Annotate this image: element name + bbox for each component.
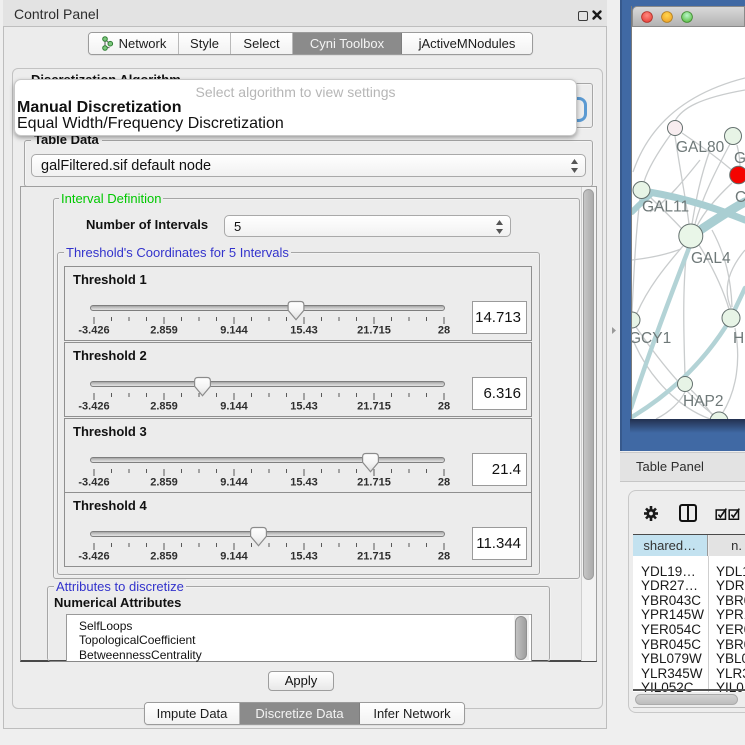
svg-text:-3.426: -3.426 [78, 401, 109, 413]
svg-text:28: 28 [438, 401, 450, 413]
svg-text:15.43: 15.43 [290, 401, 318, 413]
svg-text:21.715: 21.715 [357, 476, 391, 488]
svg-text:GAL4: GAL4 [691, 250, 731, 267]
svg-text:H: H [733, 330, 744, 347]
svg-text:15.43: 15.43 [290, 476, 318, 488]
svg-text:2.859: 2.859 [150, 401, 178, 413]
svg-text:9.144: 9.144 [220, 550, 248, 562]
svg-text:2.859: 2.859 [150, 550, 178, 562]
svg-text:HAP2: HAP2 [683, 393, 724, 410]
svg-text:-3.426: -3.426 [78, 476, 109, 488]
svg-text:-3.426: -3.426 [78, 325, 109, 337]
svg-text:28: 28 [438, 550, 450, 562]
svg-text:-3.426: -3.426 [78, 550, 109, 562]
svg-text:2.859: 2.859 [150, 325, 178, 337]
svg-text:GAL80: GAL80 [676, 139, 725, 156]
svg-text:9.144: 9.144 [220, 401, 248, 413]
svg-text:28: 28 [438, 325, 450, 337]
svg-text:GCY1: GCY1 [632, 330, 671, 347]
svg-text:9.144: 9.144 [220, 476, 248, 488]
svg-text:C: C [735, 189, 745, 206]
svg-text:15.43: 15.43 [290, 550, 318, 562]
svg-text:GAL11: GAL11 [642, 199, 689, 216]
svg-text:21.715: 21.715 [357, 550, 391, 562]
svg-text:21.715: 21.715 [357, 401, 391, 413]
svg-text:28: 28 [438, 476, 450, 488]
svg-text:GA: GA [734, 150, 745, 167]
svg-text:21.715: 21.715 [357, 325, 391, 337]
svg-text:2.859: 2.859 [150, 476, 178, 488]
svg-text:15.43: 15.43 [290, 325, 318, 337]
svg-text:9.144: 9.144 [220, 325, 248, 337]
